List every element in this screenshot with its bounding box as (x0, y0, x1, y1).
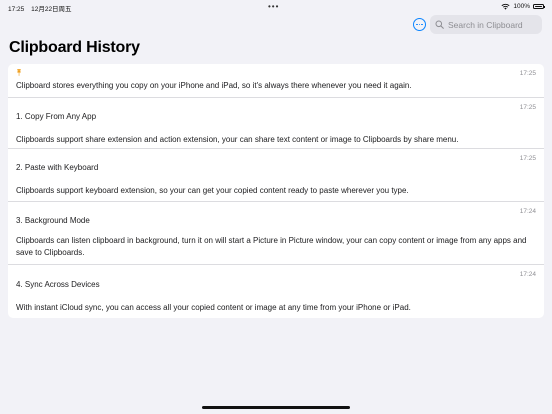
item-content: Clipboards support share extension and a… (16, 135, 459, 144)
status-left: 17:25 12月22日周五 (8, 3, 72, 13)
ellipsis-circle-icon (415, 23, 418, 26)
item-timestamp: 17:25 (519, 70, 536, 77)
item-content: Clipboards can listen clipboard in backg… (16, 236, 527, 257)
battery-percent: 100% (513, 3, 530, 10)
page-title: Clipboard History (9, 39, 140, 56)
pin-icon (17, 69, 21, 76)
status-time: 17:25 (8, 6, 25, 13)
clipboard-list: 17:25 Clipboard stores everything you co… (8, 64, 544, 318)
more-options-button[interactable] (413, 18, 426, 31)
multitasking-dots[interactable]: ••• (268, 2, 279, 11)
status-bar: 17:25 12月22日周五 ••• 100% (0, 0, 552, 13)
item-timestamp: 17:24 (519, 208, 536, 215)
clipboard-item[interactable]: 17:25 Clipboard stores everything you co… (8, 64, 544, 98)
clipboard-item[interactable]: 17:25 2. Paste with Keyboard Clipboards … (8, 149, 544, 202)
item-title: 2. Paste with Keyboard (16, 163, 99, 172)
item-content: Clipboards support keyboard extension, s… (16, 186, 409, 195)
item-title: 1. Copy From Any App (16, 112, 97, 121)
item-timestamp: 17:25 (519, 104, 536, 111)
status-right: 100% (501, 3, 545, 10)
search-input[interactable] (448, 19, 538, 30)
battery-icon (533, 4, 545, 9)
search-icon (435, 20, 444, 29)
item-content: With instant iCloud sync, you can access… (16, 303, 411, 312)
item-timestamp: 17:24 (519, 271, 536, 278)
clipboard-item[interactable]: 17:24 4. Sync Across Devices With instan… (8, 265, 544, 318)
item-content: Clipboard stores everything you copy on … (16, 81, 412, 90)
item-timestamp: 17:25 (519, 155, 536, 162)
item-title: 3. Background Mode (16, 216, 90, 225)
clipboard-item[interactable]: 17:25 1. Copy From Any App Clipboards su… (8, 98, 544, 149)
search-field[interactable] (430, 15, 542, 34)
status-date: 12月22日周五 (31, 6, 72, 13)
wifi-icon (501, 3, 510, 10)
home-indicator[interactable] (202, 406, 350, 409)
clipboard-item[interactable]: 17:24 3. Background Mode Clipboards can … (8, 202, 544, 265)
item-title: 4. Sync Across Devices (16, 280, 100, 289)
